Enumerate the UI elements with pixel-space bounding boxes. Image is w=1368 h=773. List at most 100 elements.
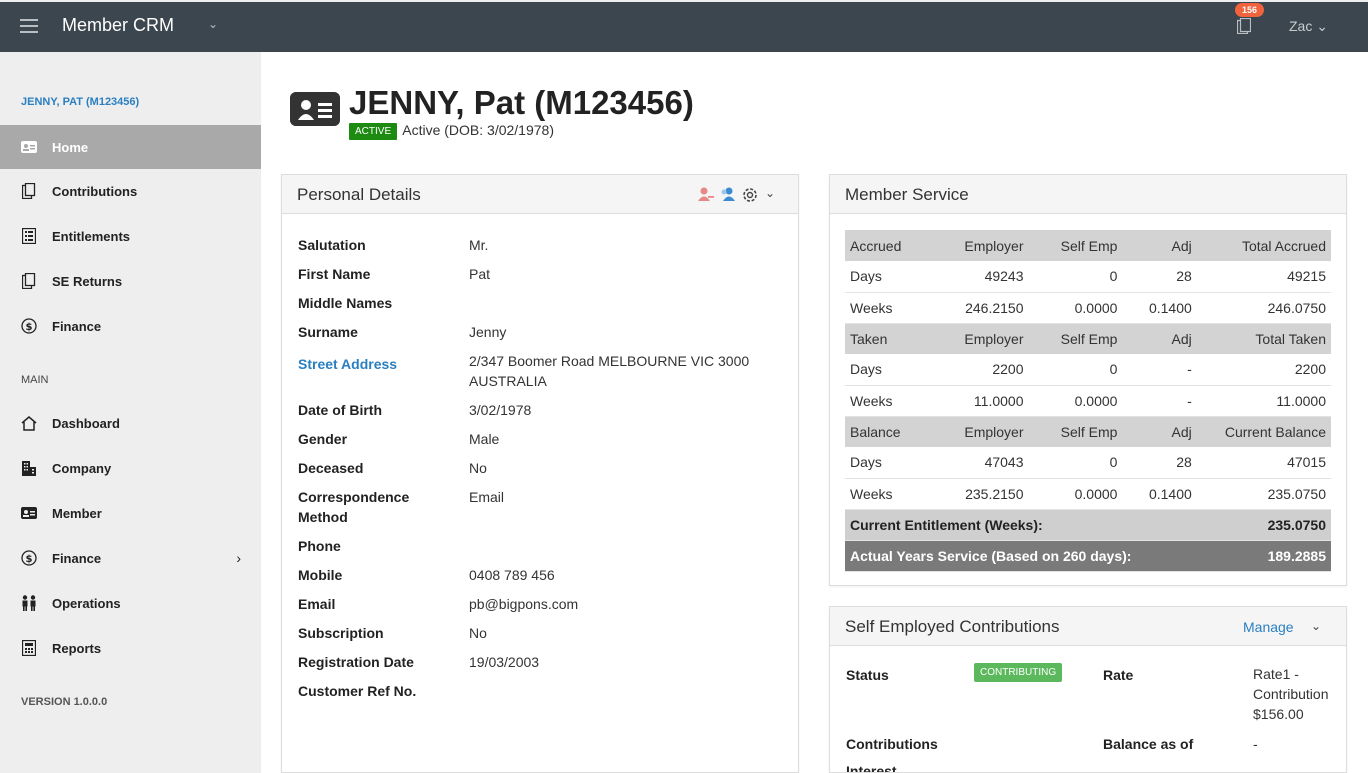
sidebar-item-label: Member — [52, 505, 102, 521]
service-table-cell: 49215 — [1196, 261, 1331, 293]
panel-title: Personal Details — [297, 185, 421, 204]
service-table-cell: Total Taken — [1196, 323, 1331, 354]
sidebar-item-label: Reports — [52, 640, 102, 656]
detail-value: Email — [469, 489, 505, 505]
svg-text:$: $ — [26, 554, 33, 565]
manage-link[interactable]: Manage — [1243, 619, 1294, 635]
dollar-icon: $ — [20, 549, 38, 567]
sidebar-item-finance-main[interactable]: $ Finance › — [0, 536, 261, 580]
calculator-icon — [20, 639, 38, 657]
user-menu[interactable]: Zac ⌄ — [1289, 18, 1328, 35]
chevron-down-icon[interactable]: ⌄ — [765, 186, 775, 200]
actual-years-row: Actual Years Service (Based on 260 days)… — [845, 540, 1331, 572]
notification-badge[interactable]: 156 — [1235, 3, 1265, 17]
street-address-link[interactable]: Street Address — [298, 354, 448, 374]
service-table-row: Weeks 246.2150 0.0000 0.1400 246.0750 — [845, 292, 1331, 324]
detail-label: Gender — [298, 431, 348, 447]
chevron-down-icon[interactable]: ⌄ — [1311, 619, 1321, 633]
service-table-cell: 2200 — [931, 354, 1029, 386]
se-status-label: Status — [846, 667, 889, 683]
service-table-cell: 0 — [1028, 447, 1123, 479]
service-table-cell: Adj — [1122, 323, 1197, 354]
sidebar-item-entitlements[interactable]: Entitlements — [0, 214, 261, 258]
sidebar-item-home[interactable]: Home — [0, 125, 261, 169]
sidebar-item-contributions[interactable]: Contributions — [0, 169, 261, 213]
panel-title: Member Service — [845, 185, 969, 204]
service-table-cell: - — [1122, 385, 1197, 417]
panel-header: Self Employed Contributions Manage ⌄ — [830, 607, 1346, 646]
service-table-cell: 0.1400 — [1122, 478, 1197, 510]
service-table-cell: 11.0000 — [931, 385, 1029, 417]
sidebar-item-company[interactable]: Company — [0, 446, 261, 490]
service-table-cell: 0.0000 — [1028, 385, 1123, 417]
detail-value: Jenny — [469, 324, 507, 340]
service-table-cell: Weeks — [845, 385, 932, 417]
svg-text:$: $ — [26, 322, 33, 333]
service-table-cell: Current Balance — [1196, 416, 1331, 447]
actual-years-value: 189.2885 — [1196, 540, 1331, 572]
sidebar-item-reports[interactable]: Reports — [0, 626, 261, 670]
detail-value: pb@bigpons.com — [469, 596, 579, 612]
sidebar-item-operations[interactable]: Operations — [0, 581, 261, 625]
sidebar-item-label: Finance — [52, 318, 102, 334]
service-table-row: Days 49243 0 28 49215 — [845, 261, 1331, 293]
se-rate-label: Rate — [1103, 667, 1134, 683]
member-status-line: ACTIVE Active (DOB: 3/02/1978) — [349, 122, 554, 140]
app-title[interactable]: Member CRM — [62, 15, 174, 36]
sidebar-item-dashboard[interactable]: Dashboard — [0, 401, 261, 445]
service-table-cell: 235.0750 — [1196, 478, 1331, 510]
chevron-down-icon[interactable]: ⌄ — [208, 17, 218, 31]
service-table-cell: 0.0000 — [1028, 292, 1123, 324]
sidebar: JENNY, PAT (M123456) Home Contributions … — [0, 52, 261, 773]
copy-icon — [20, 182, 38, 200]
sidebar-item-se-returns[interactable]: SE Returns — [0, 259, 261, 303]
service-table-cell: Weeks — [845, 478, 932, 510]
rate-line-3: $156.00 — [1253, 706, 1304, 722]
detail-label: Date of Birth — [298, 402, 382, 418]
service-table-row: Taken Employer Self Emp Adj Total Taken — [845, 323, 1331, 354]
detail-label: Registration Date — [298, 654, 414, 670]
label-line-2: Method — [298, 509, 348, 525]
service-table-cell: Self Emp — [1028, 416, 1123, 447]
status-badge: ACTIVE — [349, 122, 398, 140]
gear-icon[interactable] — [741, 186, 759, 204]
se-interest-label: Interest — [846, 763, 897, 773]
list-icon — [20, 227, 38, 245]
service-table-row: Days 47043 0 28 47015 — [845, 447, 1331, 479]
address-line-1: 2/347 Boomer Road MELBOURNE VIC 3000 — [469, 353, 750, 369]
home-icon — [20, 414, 38, 432]
service-table-row: Balance Employer Self Emp Adj Current Balanc… — [845, 416, 1331, 447]
copy-icon — [20, 272, 38, 290]
service-table-cell: Balance — [845, 416, 932, 447]
sidebar-item-label: Entitlements — [52, 228, 131, 244]
service-table-cell: 0 — [1028, 354, 1123, 386]
service-table-cell: Weeks — [845, 292, 932, 324]
detail-label: Subscription — [298, 625, 384, 641]
label-line-1: Correspondence — [298, 489, 410, 505]
remove-user-icon[interactable] — [698, 186, 714, 202]
current-entitlement-row: Current Entitlement (Weeks): 235.0750 — [845, 509, 1331, 541]
detail-value: No — [469, 460, 487, 476]
sidebar-item-member[interactable]: Member — [0, 491, 261, 535]
contributing-badge: CONTRIBUTING — [974, 663, 1063, 682]
service-table-cell: Adj — [1122, 230, 1197, 261]
service-table-cell: 49243 — [931, 261, 1029, 293]
service-table-row: Weeks 235.2150 0.0000 0.1400 235.0750 — [845, 478, 1331, 510]
detail-label: First Name — [298, 266, 371, 282]
hamburger-menu-icon[interactable] — [20, 19, 38, 33]
sidebar-item-finance[interactable]: $ Finance — [0, 304, 261, 348]
notification-copy-icon[interactable] — [1237, 18, 1251, 34]
detail-label: Customer Ref No. — [298, 683, 417, 699]
service-table-cell: 0.0000 — [1028, 478, 1123, 510]
detail-value: Pat — [469, 266, 491, 282]
sidebar-member-ref[interactable]: JENNY, PAT (M123456) — [21, 96, 139, 108]
personal-details-panel: Personal Details ⌄ Salutation Mr. First … — [281, 174, 799, 773]
detail-label: Surname — [298, 324, 358, 340]
service-table-cell: Self Emp — [1028, 323, 1123, 354]
detail-label: Deceased — [298, 460, 364, 476]
se-contributions-label: Contributions — [846, 736, 938, 752]
address-line-2: AUSTRALIA — [469, 373, 547, 389]
user-icon[interactable] — [720, 186, 736, 202]
service-table-cell: Accrued — [845, 230, 932, 261]
detail-label: Mobile — [298, 567, 343, 583]
